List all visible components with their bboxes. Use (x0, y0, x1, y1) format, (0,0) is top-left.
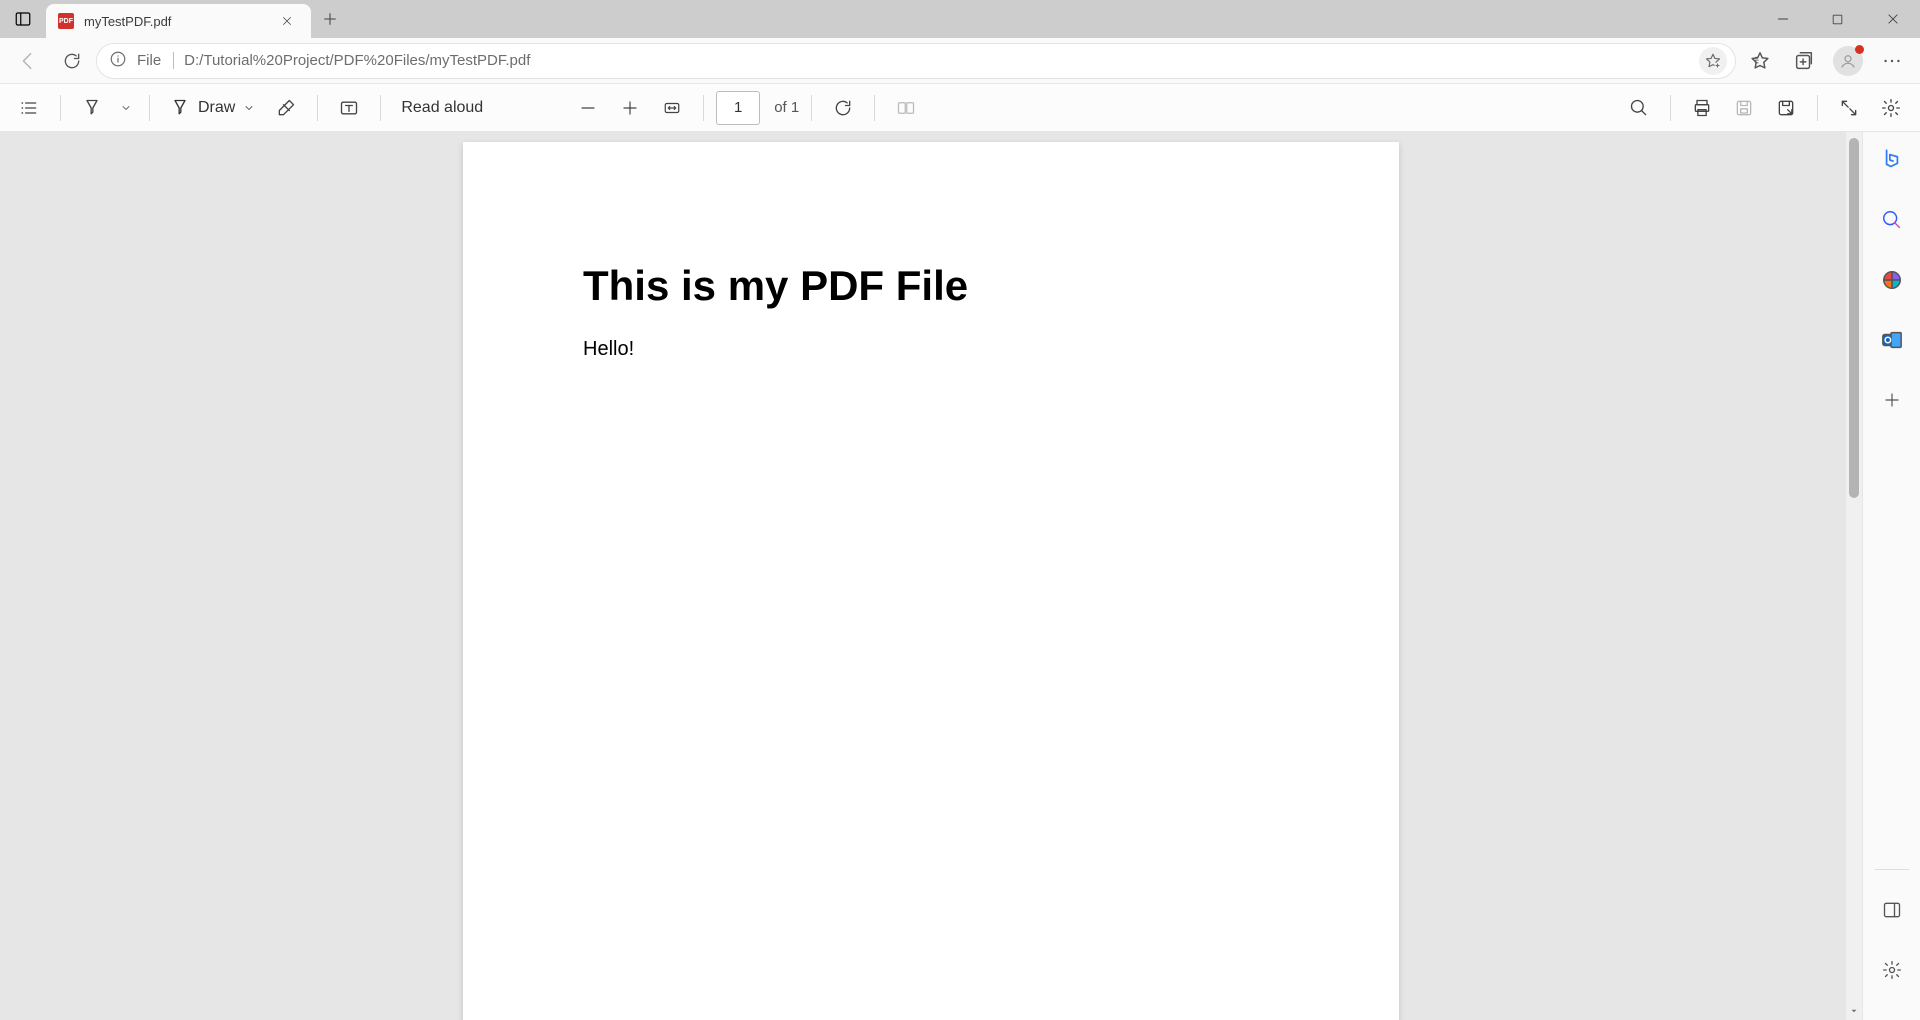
pdf-file-icon: PDF (58, 13, 74, 29)
tab-close-button[interactable] (275, 9, 299, 33)
edge-right-sidebar (1862, 132, 1920, 1020)
fullscreen-button[interactable] (1830, 89, 1868, 127)
save-as-button[interactable] (1767, 89, 1805, 127)
save-button[interactable] (1725, 89, 1763, 127)
pdf-page: This is my PDF File Hello! (463, 142, 1399, 1020)
url-text: D:/Tutorial%20Project/PDF%20Files/myTest… (184, 52, 1689, 69)
outlook-button[interactable] (1872, 320, 1912, 360)
site-info-icon[interactable] (109, 50, 127, 72)
rotate-button[interactable] (824, 89, 862, 127)
collections-button[interactable] (1784, 41, 1824, 81)
zoom-out-button[interactable] (569, 89, 607, 127)
vertical-scrollbar[interactable] (1846, 132, 1862, 1020)
more-menu-button[interactable] (1872, 41, 1912, 81)
document-body-text: Hello! (583, 338, 1279, 361)
find-button[interactable] (1620, 89, 1658, 127)
window-maximize-button[interactable] (1810, 0, 1865, 38)
sidebar-settings-button[interactable] (1872, 950, 1912, 990)
address-bar: File D:/Tutorial%20Project/PDF%20Files/m… (0, 38, 1920, 83)
tab-actions-button[interactable] (0, 0, 46, 38)
browser-tab[interactable]: PDF myTestPDF.pdf (46, 4, 311, 38)
window-minimize-button[interactable] (1755, 0, 1810, 38)
pdf-toolbar: Draw Read aloud of 1 (0, 83, 1920, 132)
profile-button[interactable] (1828, 41, 1868, 81)
page-count-label: of 1 (774, 99, 799, 116)
bing-chat-button[interactable] (1872, 140, 1912, 180)
sidebar-add-button[interactable] (1872, 380, 1912, 420)
fit-width-button[interactable] (653, 89, 691, 127)
scroll-down-arrow-icon[interactable] (1846, 1002, 1862, 1020)
draw-label: Draw (198, 99, 235, 117)
add-favorite-with-collections-button[interactable] (1699, 47, 1727, 75)
highlight-dropdown[interactable] (115, 89, 137, 127)
nav-refresh-button[interactable] (52, 41, 92, 81)
main-area: This is my PDF File Hello! (0, 132, 1920, 1020)
window-close-button[interactable] (1865, 0, 1920, 38)
titlebar: PDF myTestPDF.pdf (0, 0, 1920, 38)
omnibox[interactable]: File D:/Tutorial%20Project/PDF%20Files/m… (96, 43, 1736, 79)
read-aloud-label: Read aloud (401, 99, 483, 117)
document-heading: This is my PDF File (583, 262, 1279, 310)
highlight-button[interactable] (73, 89, 111, 127)
avatar-icon (1833, 46, 1863, 76)
document-viewport[interactable]: This is my PDF File Hello! (0, 132, 1862, 1020)
url-scheme-label: File (137, 52, 174, 69)
draw-button[interactable]: Draw (162, 89, 263, 127)
pdf-settings-button[interactable] (1872, 89, 1910, 127)
microsoft365-button[interactable] (1872, 260, 1912, 300)
erase-button[interactable] (267, 89, 305, 127)
new-tab-button[interactable] (311, 0, 349, 38)
favorites-button[interactable] (1740, 41, 1780, 81)
contents-button[interactable] (10, 89, 48, 127)
read-aloud-button[interactable]: Read aloud (393, 89, 491, 127)
scrollbar-thumb[interactable] (1849, 138, 1859, 498)
sidebar-panel-toggle[interactable] (1872, 890, 1912, 930)
tab-title: myTestPDF.pdf (84, 14, 265, 29)
zoom-in-button[interactable] (611, 89, 649, 127)
print-button[interactable] (1683, 89, 1721, 127)
page-view-button[interactable] (887, 89, 925, 127)
add-text-button[interactable] (330, 89, 368, 127)
sidebar-search-button[interactable] (1872, 200, 1912, 240)
page-number-input[interactable] (716, 91, 760, 125)
nav-back-button[interactable] (8, 41, 48, 81)
